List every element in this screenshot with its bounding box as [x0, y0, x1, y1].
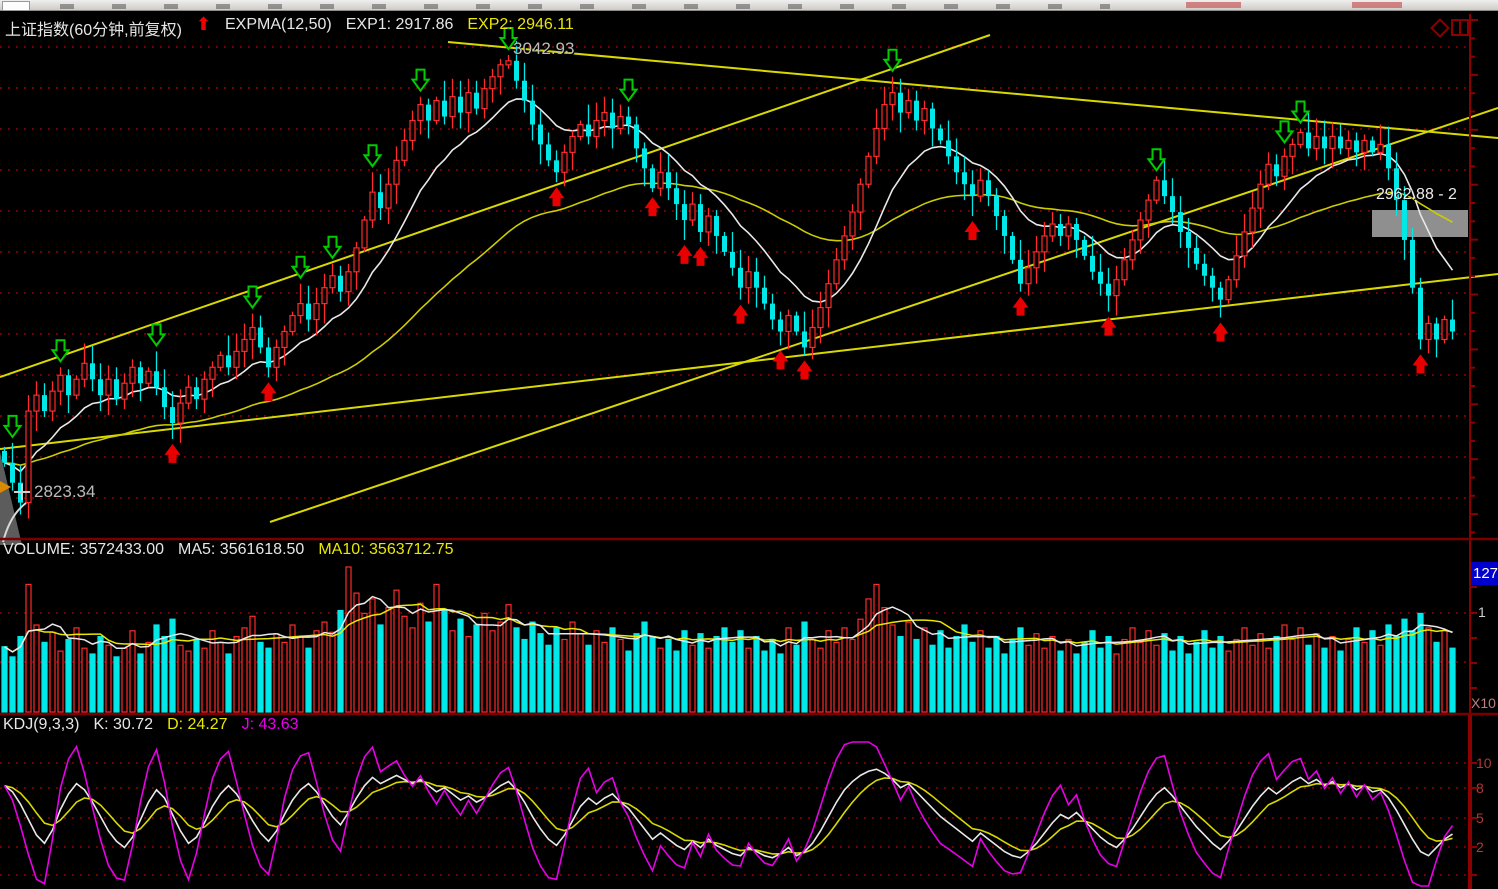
red-up-arrow-icon: ⬆ [196, 16, 211, 40]
rectangle-range-label: 2962.88 - 2 [1376, 186, 1457, 204]
kdj-axis-label: 10 [1476, 755, 1492, 771]
price-axis [0, 14, 1498, 889]
gridlines-layer [0, 47, 1470, 875]
trading-app-window: 上证指数(60分钟,前复权) ⬆ EXPMA(12,50) EXP1: 2917… [0, 0, 1498, 889]
volume-header: VOLUME: 3572433.00 MA5: 3561618.50 MA10:… [3, 541, 454, 559]
kdj-header: KDJ(9,3,3) K: 30.72 D: 24.27 J: 43.63 [3, 716, 299, 734]
symbol-title[interactable]: 上证指数(60分钟,前复权) [5, 16, 182, 40]
kdj-axis-label: 2 [1476, 839, 1484, 855]
volume-axis-unit-label: X10 [1471, 695, 1496, 711]
exp1-value: EXP1: 2917.86 [346, 16, 454, 40]
volume-value[interactable]: VOLUME: 3572433.00 [3, 541, 164, 559]
kdj-d-value: D: 24.27 [167, 716, 227, 734]
kdj-name[interactable]: KDJ(9,3,3) [3, 716, 79, 734]
volume-axis-mid-label: 1 [1478, 604, 1486, 620]
main-chart-header: 上证指数(60分钟,前复权) ⬆ EXPMA(12,50) EXP1: 2917… [5, 16, 574, 40]
candles-layer [2, 41, 1455, 519]
volume-ma10-value: MA10: 3563712.75 [318, 541, 453, 559]
peak-price-label: 3042.93 [513, 39, 574, 59]
kdj-axis-label: 8 [1476, 780, 1484, 796]
kdj-j-value: J: 43.63 [242, 716, 299, 734]
volume-axis-max-badge: 127 [1471, 562, 1498, 585]
kdj-k-value: K: 30.72 [93, 716, 153, 734]
volume-ma5-value: MA5: 3561618.50 [178, 541, 304, 559]
indicator-name[interactable]: EXPMA(12,50) [225, 16, 332, 40]
split-window-icon[interactable] [1451, 19, 1469, 36]
low-price-label: 2823.34 [34, 482, 95, 502]
exp2-value: EXP2: 2946.11 [467, 16, 573, 40]
kdj-axis-label: 5 [1476, 810, 1484, 826]
chart-canvas[interactable] [0, 0, 1498, 889]
